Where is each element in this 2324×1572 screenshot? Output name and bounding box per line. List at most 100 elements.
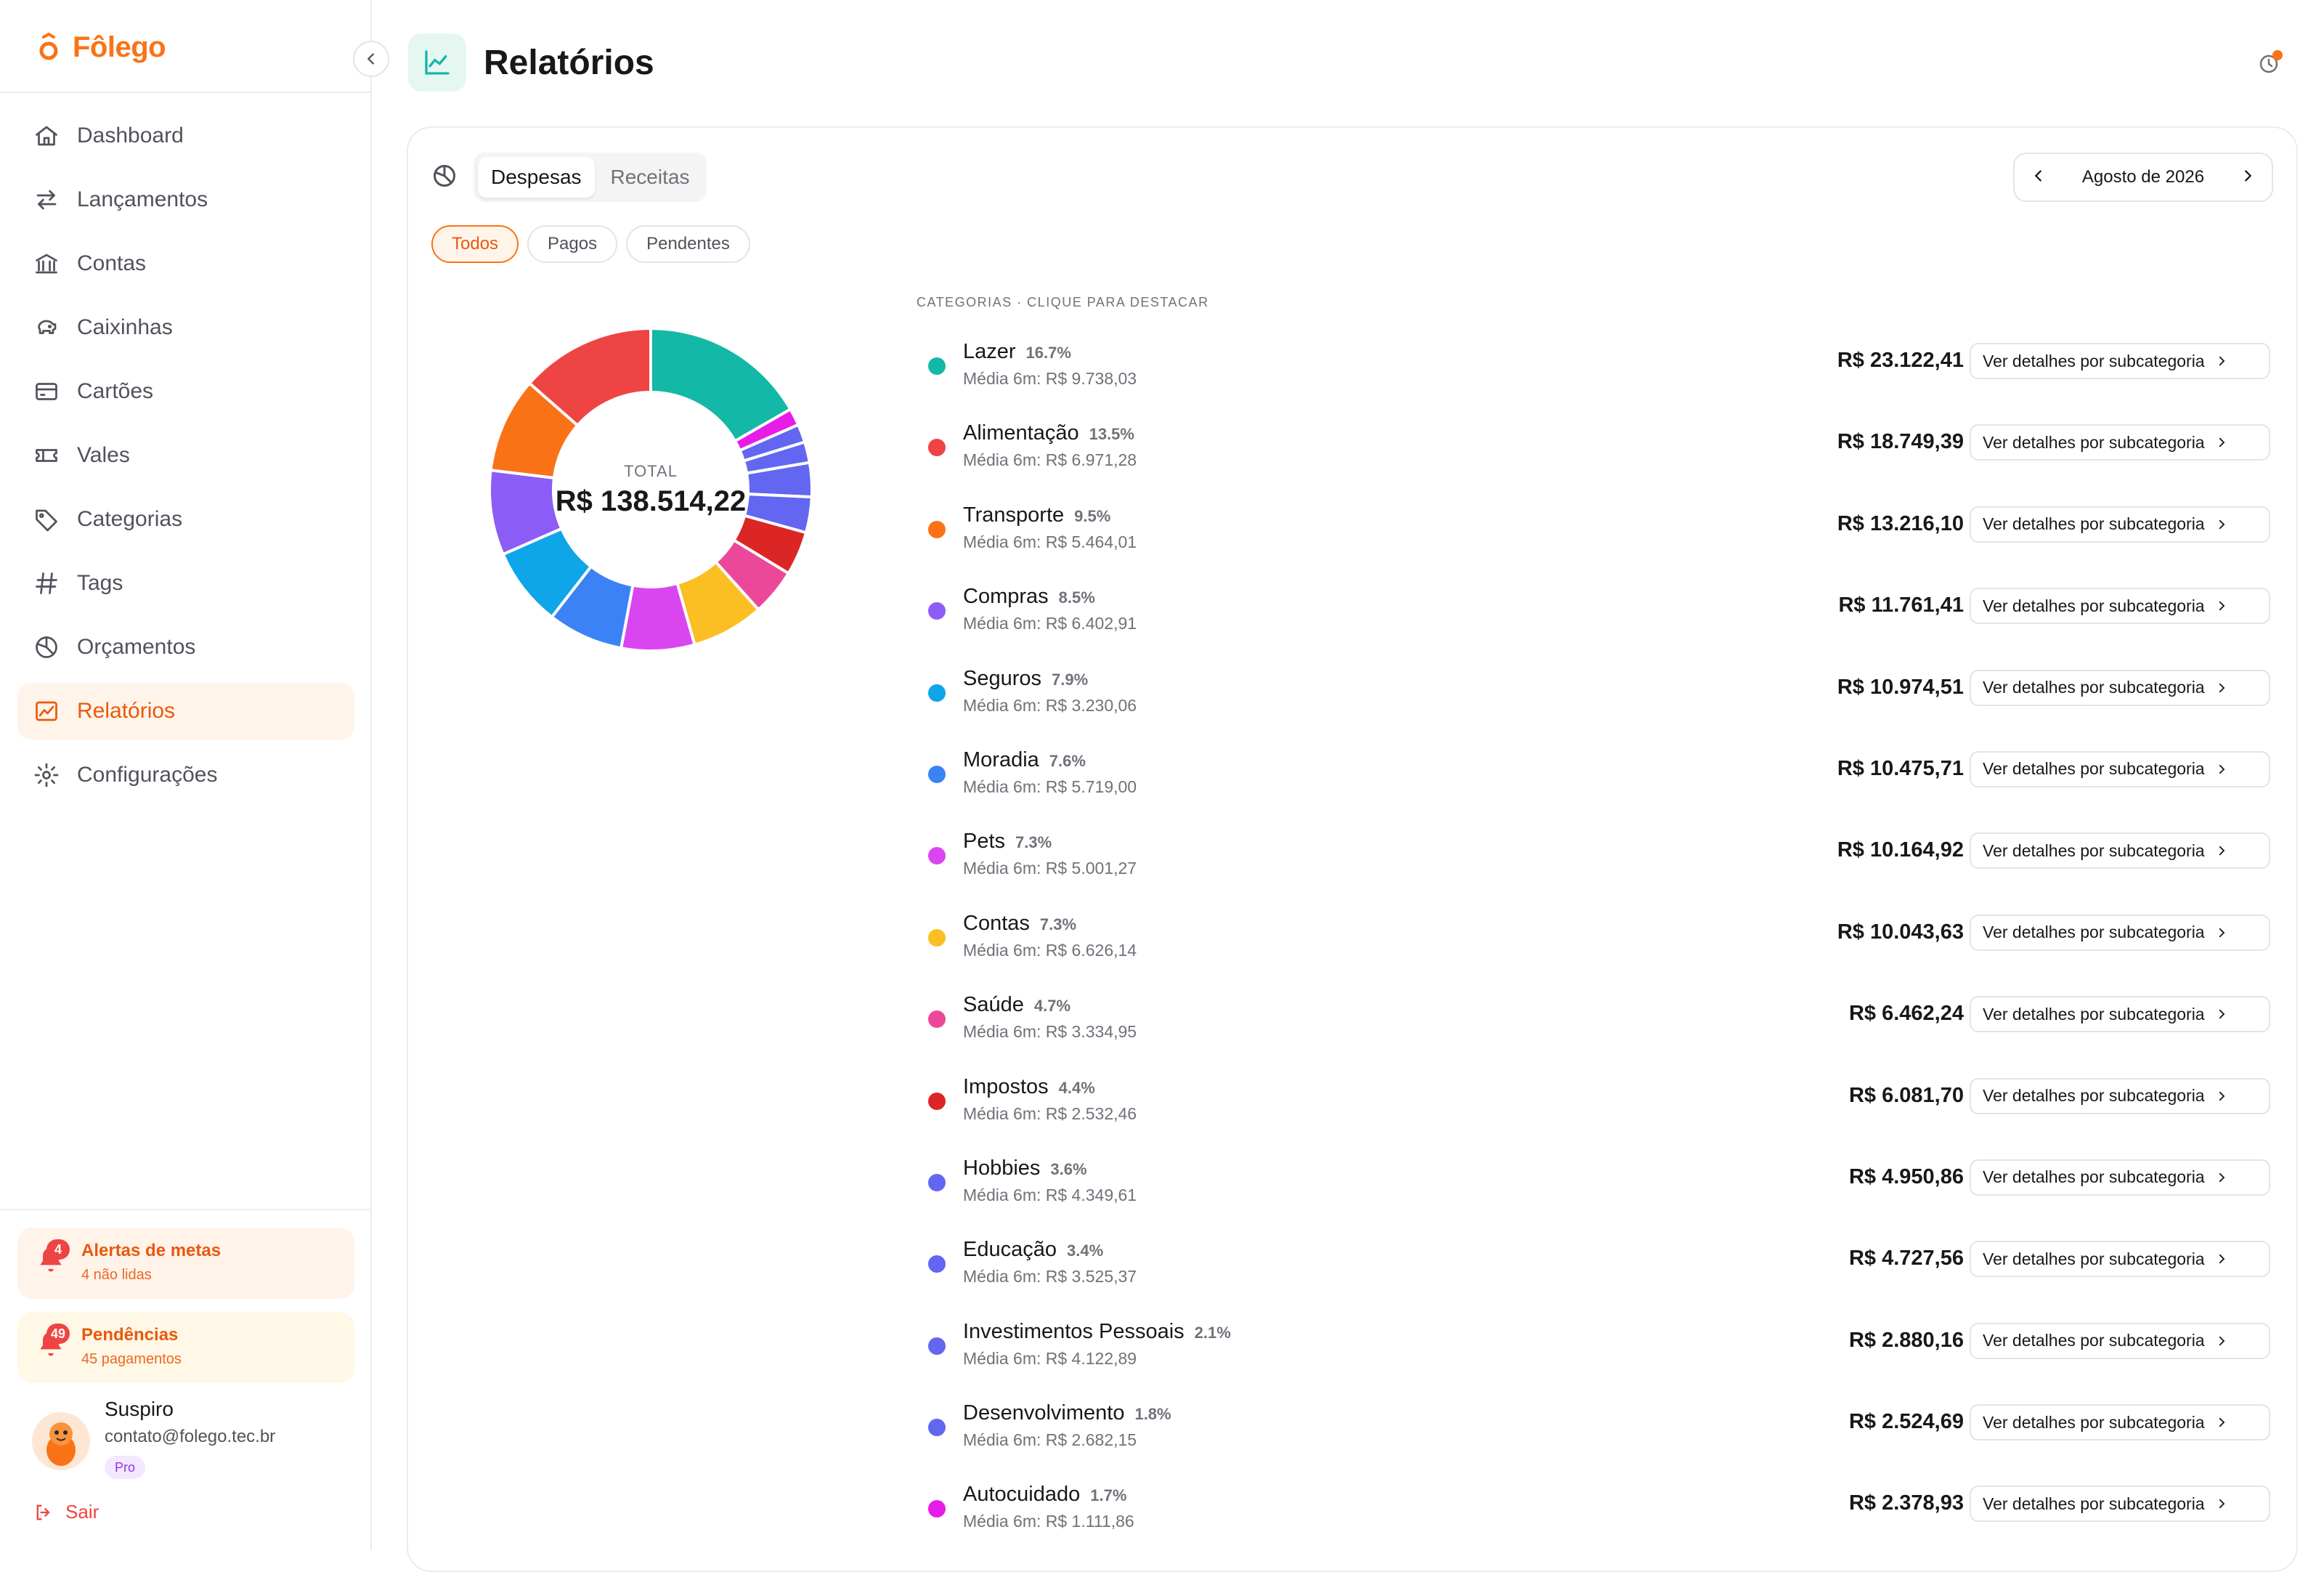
category-color-dot	[928, 1419, 946, 1437]
subcategory-details-button[interactable]: Ver detalhes por subcategoria	[1970, 750, 2270, 787]
collapse-sidebar-button[interactable]	[353, 41, 389, 77]
subcategory-details-button[interactable]: Ver detalhes por subcategoria	[1970, 1404, 2270, 1441]
tab-expenses[interactable]: Despesas	[478, 157, 595, 198]
filter-chip[interactable]: Pagos	[527, 225, 618, 263]
brand-logo[interactable]: Fôlego	[38, 28, 166, 67]
sidebar-item-label: Contas	[77, 251, 147, 275]
tab-income[interactable]: Receitas	[598, 157, 703, 198]
category-value: R$ 10.164,92	[1837, 838, 1964, 862]
category-row[interactable]: Moradia 7.6% Média 6m: R$ 5.719,00 R$ 10.47…	[917, 737, 2279, 818]
category-color-dot	[928, 520, 946, 538]
sidebar-item-cartoes[interactable]: Cartões	[17, 363, 354, 420]
logout-button[interactable]: Sair	[33, 1501, 99, 1523]
brand-mark-icon	[38, 32, 60, 62]
subcategory-details-label: Ver detalhes por subcategoria	[1983, 1086, 2205, 1106]
subcategory-details-button[interactable]: Ver detalhes por subcategoria	[1970, 914, 2270, 951]
category-value: R$ 18.749,39	[1837, 430, 1964, 454]
chevron-right-icon	[2219, 764, 2225, 774]
filter-chip[interactable]: Pendentes	[626, 225, 750, 263]
subcategory-details-label: Ver detalhes por subcategoria	[1983, 1004, 2205, 1024]
next-month-button[interactable]	[2240, 168, 2256, 187]
subcategory-details-button[interactable]: Ver detalhes por subcategoria	[1970, 506, 2270, 543]
pending-alert-subtitle: 45 pagamentos	[81, 1351, 182, 1367]
sidebar-item-dashboard[interactable]: Dashboard	[17, 108, 354, 164]
sidebar-item-lancamentos[interactable]: Lançamentos	[17, 171, 354, 228]
sidebar-item-categorias[interactable]: Categorias	[17, 491, 354, 548]
category-value: R$ 10.475,71	[1837, 756, 1964, 780]
category-value: R$ 10.043,63	[1837, 920, 1964, 944]
category-percent: 3.6%	[1050, 1159, 1087, 1178]
category-row[interactable]: Contas 7.3% Média 6m: R$ 6.626,14 R$ 10.043…	[917, 900, 2279, 981]
category-average: Média 6m: R$ 6.971,28	[963, 450, 1137, 470]
category-average: Média 6m: R$ 4.349,61	[963, 1185, 1137, 1204]
subcategory-details-button[interactable]: Ver detalhes por subcategoria	[1970, 1322, 2270, 1359]
notification-icon[interactable]	[2256, 48, 2285, 77]
category-row[interactable]: Educação 3.4% Média 6m: R$ 3.525,37 R$ 4.72…	[917, 1226, 2279, 1308]
subcategory-details-button[interactable]: Ver detalhes por subcategoria	[1970, 669, 2270, 706]
category-average: Média 6m: R$ 3.525,37	[963, 1267, 1137, 1287]
category-row[interactable]: Desenvolvimento 1.8% Média 6m: R$ 2.682,15…	[917, 1390, 2279, 1471]
category-name: Moradia	[963, 747, 1039, 771]
subcategory-details-label: Ver detalhes por subcategoria	[1983, 432, 2205, 452]
pending-alert-badge: 49	[46, 1324, 70, 1344]
category-name-line: Educação 3.4%	[963, 1238, 1103, 1262]
chevron-right-icon	[2219, 846, 2225, 856]
sidebar-item-configuracoes[interactable]: Configurações	[17, 747, 354, 803]
page-title: Relatórios	[484, 44, 654, 82]
category-name: Alimentação	[963, 421, 1079, 445]
category-percent: 7.3%	[1039, 915, 1077, 933]
subcategory-details-button[interactable]: Ver detalhes por subcategoria	[1970, 343, 2270, 379]
sidebar-nav: Dashboard Lançamentos Contas Caixinhas Cartõ…	[17, 108, 354, 811]
category-row[interactable]: Impostos 4.4% Média 6m: R$ 2.532,46 R$ 6.08…	[917, 1063, 2279, 1145]
category-color-dot	[928, 602, 946, 620]
category-name-line: Saúde 4.7%	[963, 993, 1070, 1017]
category-row[interactable]: Investimentos Pessoais 2.1% Média 6m: R$ 4…	[917, 1308, 2279, 1390]
category-row[interactable]: Hobbies 3.6% Média 6m: R$ 4.349,61 R$ 4.950…	[917, 1145, 2279, 1226]
category-average: Média 6m: R$ 2.682,15	[963, 1430, 1137, 1450]
category-color-dot	[928, 1092, 946, 1110]
subcategory-details-button[interactable]: Ver detalhes por subcategoria	[1970, 1077, 2270, 1114]
category-row[interactable]: Lazer 16.7% Média 6m: R$ 9.738,03 R$ 23.122…	[917, 328, 2279, 410]
chevron-right-icon	[2219, 683, 2225, 692]
home-icon	[36, 126, 57, 146]
category-percent: 1.7%	[1090, 1486, 1127, 1505]
subcategory-details-button[interactable]: Ver detalhes por subcategoria	[1970, 832, 2270, 870]
sidebar-item-label: Orçamentos	[77, 635, 196, 659]
month-label: Agosto de 2026	[2081, 167, 2205, 187]
category-row[interactable]: Transporte 9.5% Média 6m: R$ 5.464,01 R$ 13…	[917, 492, 2279, 573]
prev-month-button[interactable]	[2031, 168, 2047, 187]
chevron-right-icon	[2219, 438, 2225, 447]
category-row[interactable]: Pets 7.3% Média 6m: R$ 5.001,27 R$ 10.164,9…	[917, 818, 2279, 899]
category-donut-chart[interactable]	[487, 325, 815, 654]
sidebar-item-label: Lançamentos	[77, 187, 208, 211]
subcategory-details-button[interactable]: Ver detalhes por subcategoria	[1970, 1486, 2270, 1523]
sidebar-item-contas[interactable]: Contas	[17, 235, 354, 292]
subcategory-details-button[interactable]: Ver detalhes por subcategoria	[1970, 1241, 2270, 1278]
sidebar-item-caixinhas[interactable]: Caixinhas	[17, 299, 354, 356]
category-row[interactable]: Autocuidado 1.7% Média 6m: R$ 1.111,86 R$ 2…	[917, 1471, 2279, 1552]
goals-alert-card[interactable]: 4 Alertas de metas 4 não lidas	[17, 1228, 354, 1299]
subcategory-details-label: Ver detalhes por subcategoria	[1983, 1167, 2205, 1187]
subcategory-details-button[interactable]: Ver detalhes por subcategoria	[1970, 996, 2270, 1033]
category-row[interactable]: Alimentação 13.5% Média 6m: R$ 6.971,28 R$ …	[917, 410, 2279, 491]
subcategory-details-button[interactable]: Ver detalhes por subcategoria	[1970, 424, 2270, 461]
subcategory-details-button[interactable]: Ver detalhes por subcategoria	[1970, 1159, 2270, 1196]
chevron-right-icon	[2219, 1499, 2225, 1509]
pending-alert-card[interactable]: 49 Pendências 45 pagamentos	[17, 1312, 354, 1383]
category-row[interactable]: Saúde 4.7% Média 6m: R$ 3.334,95 R$ 6.462,2…	[917, 981, 2279, 1063]
subcategory-details-label: Ver detalhes por subcategoria	[1983, 1412, 2205, 1432]
chevron-right-icon	[2219, 928, 2225, 937]
category-row[interactable]: Seguros 7.9% Média 6m: R$ 3.230,06 R$ 10.97…	[917, 655, 2279, 737]
subcategory-details-button[interactable]: Ver detalhes por subcategoria	[1970, 588, 2270, 625]
user-profile[interactable]: Suspiro contato@folego.tec.br Pro	[32, 1392, 352, 1486]
filter-chip[interactable]: Todos	[431, 225, 519, 263]
category-row[interactable]: Compras 8.5% Média 6m: R$ 6.402,91 R$ 11.76…	[917, 573, 2279, 655]
category-percent: 4.7%	[1033, 997, 1071, 1016]
pie-chart-icon[interactable]	[431, 163, 458, 193]
sidebar-item-tags[interactable]: Tags	[17, 555, 354, 612]
sidebar-item-relatorios[interactable]: Relatórios	[17, 683, 354, 740]
category-name: Seguros	[963, 666, 1042, 690]
sidebar-item-orcamentos[interactable]: Orçamentos	[17, 619, 354, 676]
category-color-dot	[928, 765, 946, 783]
sidebar-item-vales[interactable]: Vales	[17, 427, 354, 484]
